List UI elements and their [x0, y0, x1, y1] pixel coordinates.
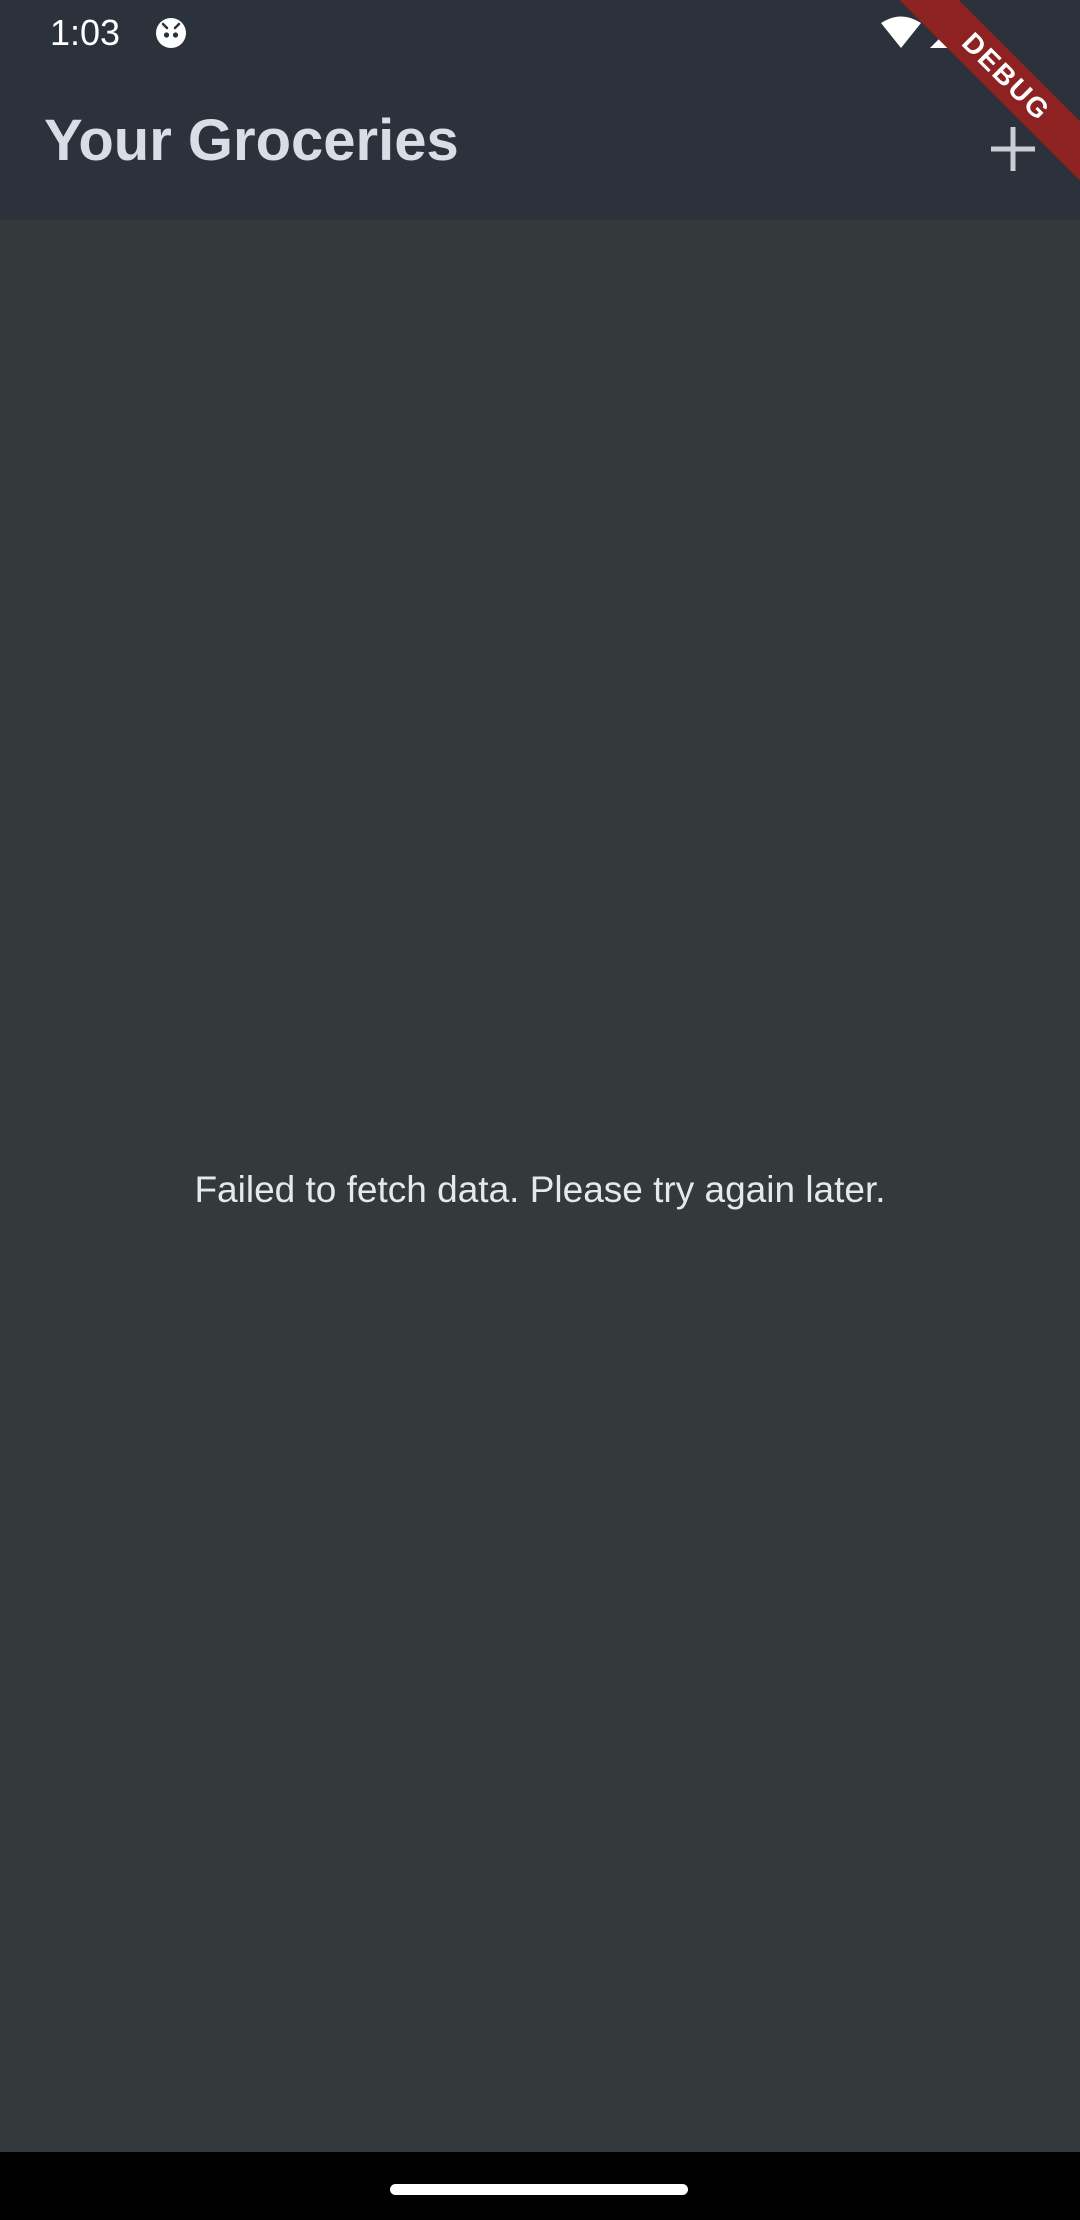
page-title: Your Groceries: [44, 108, 459, 173]
status-time: 1:03: [50, 12, 121, 53]
plus-icon: [991, 127, 1035, 171]
wifi-icon: [880, 16, 922, 50]
main-content: Failed to fetch data. Please try again l…: [0, 220, 1080, 2152]
cell-signal-icon: [928, 16, 962, 50]
app-bar: Your Groceries: [0, 66, 1080, 220]
screen: 1:03 Your Groceries Failed to fetch data…: [0, 0, 1080, 2220]
status-bar: 1:03: [0, 0, 1080, 66]
home-indicator[interactable]: [390, 2184, 688, 2195]
add-grocery-button[interactable]: [976, 112, 1050, 186]
android-robot-icon: [154, 16, 188, 50]
error-message: Failed to fetch data. Please try again l…: [194, 1169, 886, 1210]
top-chrome: 1:03 Your Groceries: [0, 0, 1080, 220]
navigation-bar: [0, 2152, 1080, 2220]
